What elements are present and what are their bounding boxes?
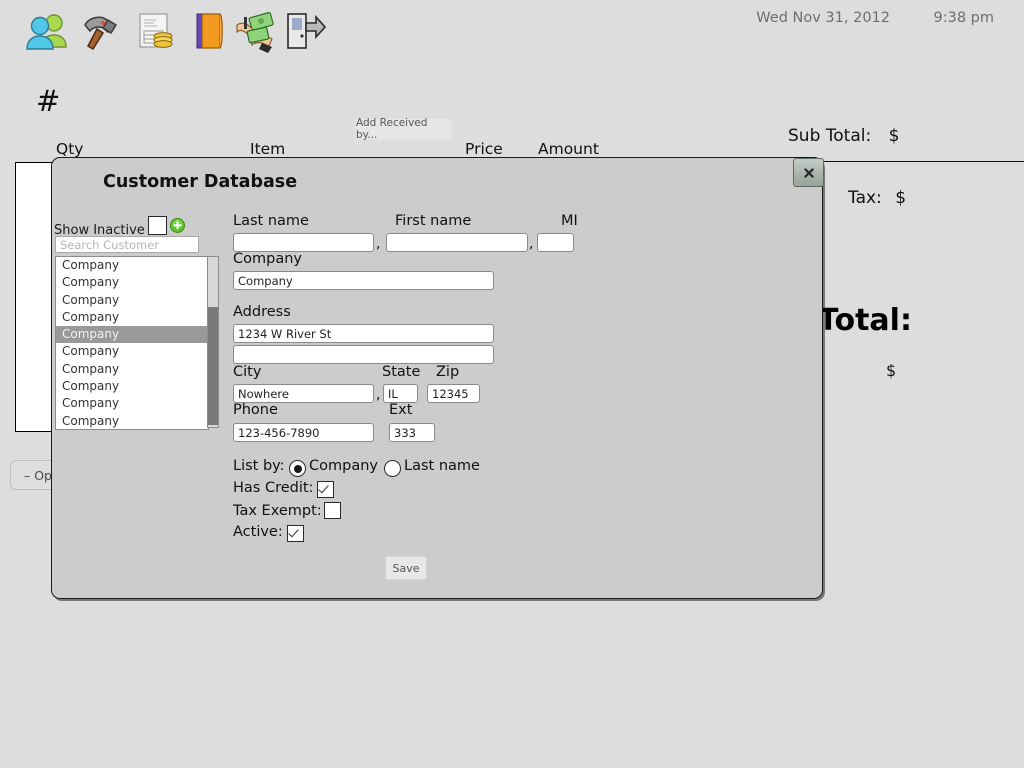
active-checkbox[interactable] <box>287 525 304 542</box>
save-button[interactable]: Save <box>385 556 427 580</box>
total-value: $ <box>886 361 897 380</box>
column-header-item: Item <box>250 140 286 158</box>
zip-label: Zip <box>436 364 460 380</box>
invoice-icon[interactable] <box>132 9 178 53</box>
ext-field[interactable]: 333 <box>389 423 435 442</box>
customer-database-dialog: Customer Database Show Inactive Search C… <box>51 157 824 599</box>
comma-separator: , <box>376 236 381 252</box>
address-line2-field[interactable] <box>233 345 494 364</box>
green-plus-icon[interactable] <box>170 218 185 233</box>
mi-field[interactable] <box>537 233 574 252</box>
sub-total-row: Sub Total: $ <box>788 126 899 146</box>
customer-list-scrollbar[interactable] <box>207 256 219 428</box>
tax-exempt-checkbox[interactable] <box>324 502 341 519</box>
invoice-number-label: # <box>36 84 61 118</box>
show-inactive-checkbox[interactable] <box>148 216 167 235</box>
list-by-company-radio[interactable] <box>289 460 306 477</box>
address-line1-field[interactable]: 1234 W River St <box>233 324 494 343</box>
tax-row: Tax: $ <box>848 188 906 208</box>
add-received-by-button[interactable]: Add Received by... <box>355 117 453 141</box>
comma-separator: , <box>529 236 534 252</box>
list-by-lastname-label: Last name <box>404 458 480 474</box>
list-by-lastname-radio[interactable] <box>384 460 401 477</box>
tax-label: Tax: <box>848 188 882 208</box>
total-label: Total: <box>818 303 912 338</box>
sub-total-label: Sub Total: <box>788 126 872 146</box>
close-icon[interactable] <box>793 158 824 187</box>
list-item-selected[interactable]: Company <box>56 326 208 344</box>
column-header-amount: Amount <box>538 140 599 158</box>
company-field[interactable]: Company <box>233 271 494 290</box>
list-item[interactable]: Company <box>56 413 208 429</box>
app-toolbar: Wed Nov 31, 2012 9:38 pm <box>0 0 1024 62</box>
list-item[interactable]: Company <box>56 292 208 309</box>
list-item[interactable]: Company <box>56 274 208 291</box>
has-credit-label: Has Credit: <box>233 480 314 496</box>
first-name-label: First name <box>395 213 472 229</box>
address-label: Address <box>233 304 291 320</box>
state-label: State <box>382 364 421 380</box>
clock-date: Wed Nov 31, 2012 <box>756 10 890 26</box>
list-item[interactable]: Company <box>56 257 208 274</box>
list-by-label: List by: <box>233 458 285 474</box>
list-item[interactable]: Company <box>56 343 208 360</box>
list-item[interactable]: Company <box>56 361 208 378</box>
has-credit-checkbox[interactable] <box>317 481 334 498</box>
tax-value: $ <box>895 188 907 208</box>
tax-exempt-label: Tax Exempt: <box>233 503 322 519</box>
mi-label: MI <box>561 213 578 229</box>
ext-label: Ext <box>389 402 413 418</box>
comma-separator: , <box>376 387 381 403</box>
tools-hammer-icon[interactable] <box>78 9 124 53</box>
city-label: City <box>233 364 262 380</box>
payment-cash-icon[interactable] <box>232 9 278 53</box>
book-icon[interactable] <box>186 9 232 53</box>
list-item[interactable]: Company <box>56 309 208 326</box>
last-name-field[interactable] <box>233 233 374 252</box>
column-header-price: Price <box>465 140 503 158</box>
list-item[interactable]: Company <box>56 395 208 412</box>
customer-list[interactable]: Company Company Company Company Company … <box>55 256 209 430</box>
phone-label: Phone <box>233 402 278 418</box>
clock-time: 9:38 pm <box>933 10 995 26</box>
dialog-title: Customer Database <box>103 172 298 192</box>
sub-total-value: $ <box>888 126 900 146</box>
last-name-label: Last name <box>233 213 309 229</box>
company-label: Company <box>233 251 302 267</box>
list-by-company-label: Company <box>309 458 378 474</box>
active-label: Active: <box>233 524 283 540</box>
first-name-field[interactable] <box>386 233 528 252</box>
search-input[interactable]: Search Customer <box>55 236 199 253</box>
exit-door-icon[interactable] <box>280 9 326 53</box>
scrollbar-thumb[interactable] <box>208 307 218 425</box>
customers-icon[interactable] <box>24 9 70 53</box>
phone-field[interactable]: 123-456-7890 <box>233 423 374 442</box>
column-header-qty: Qty <box>56 140 84 158</box>
list-item[interactable]: Company <box>56 378 208 395</box>
state-field[interactable]: IL <box>383 384 418 403</box>
city-field[interactable]: Nowhere <box>233 384 374 403</box>
zip-field[interactable]: 12345 <box>427 384 480 403</box>
